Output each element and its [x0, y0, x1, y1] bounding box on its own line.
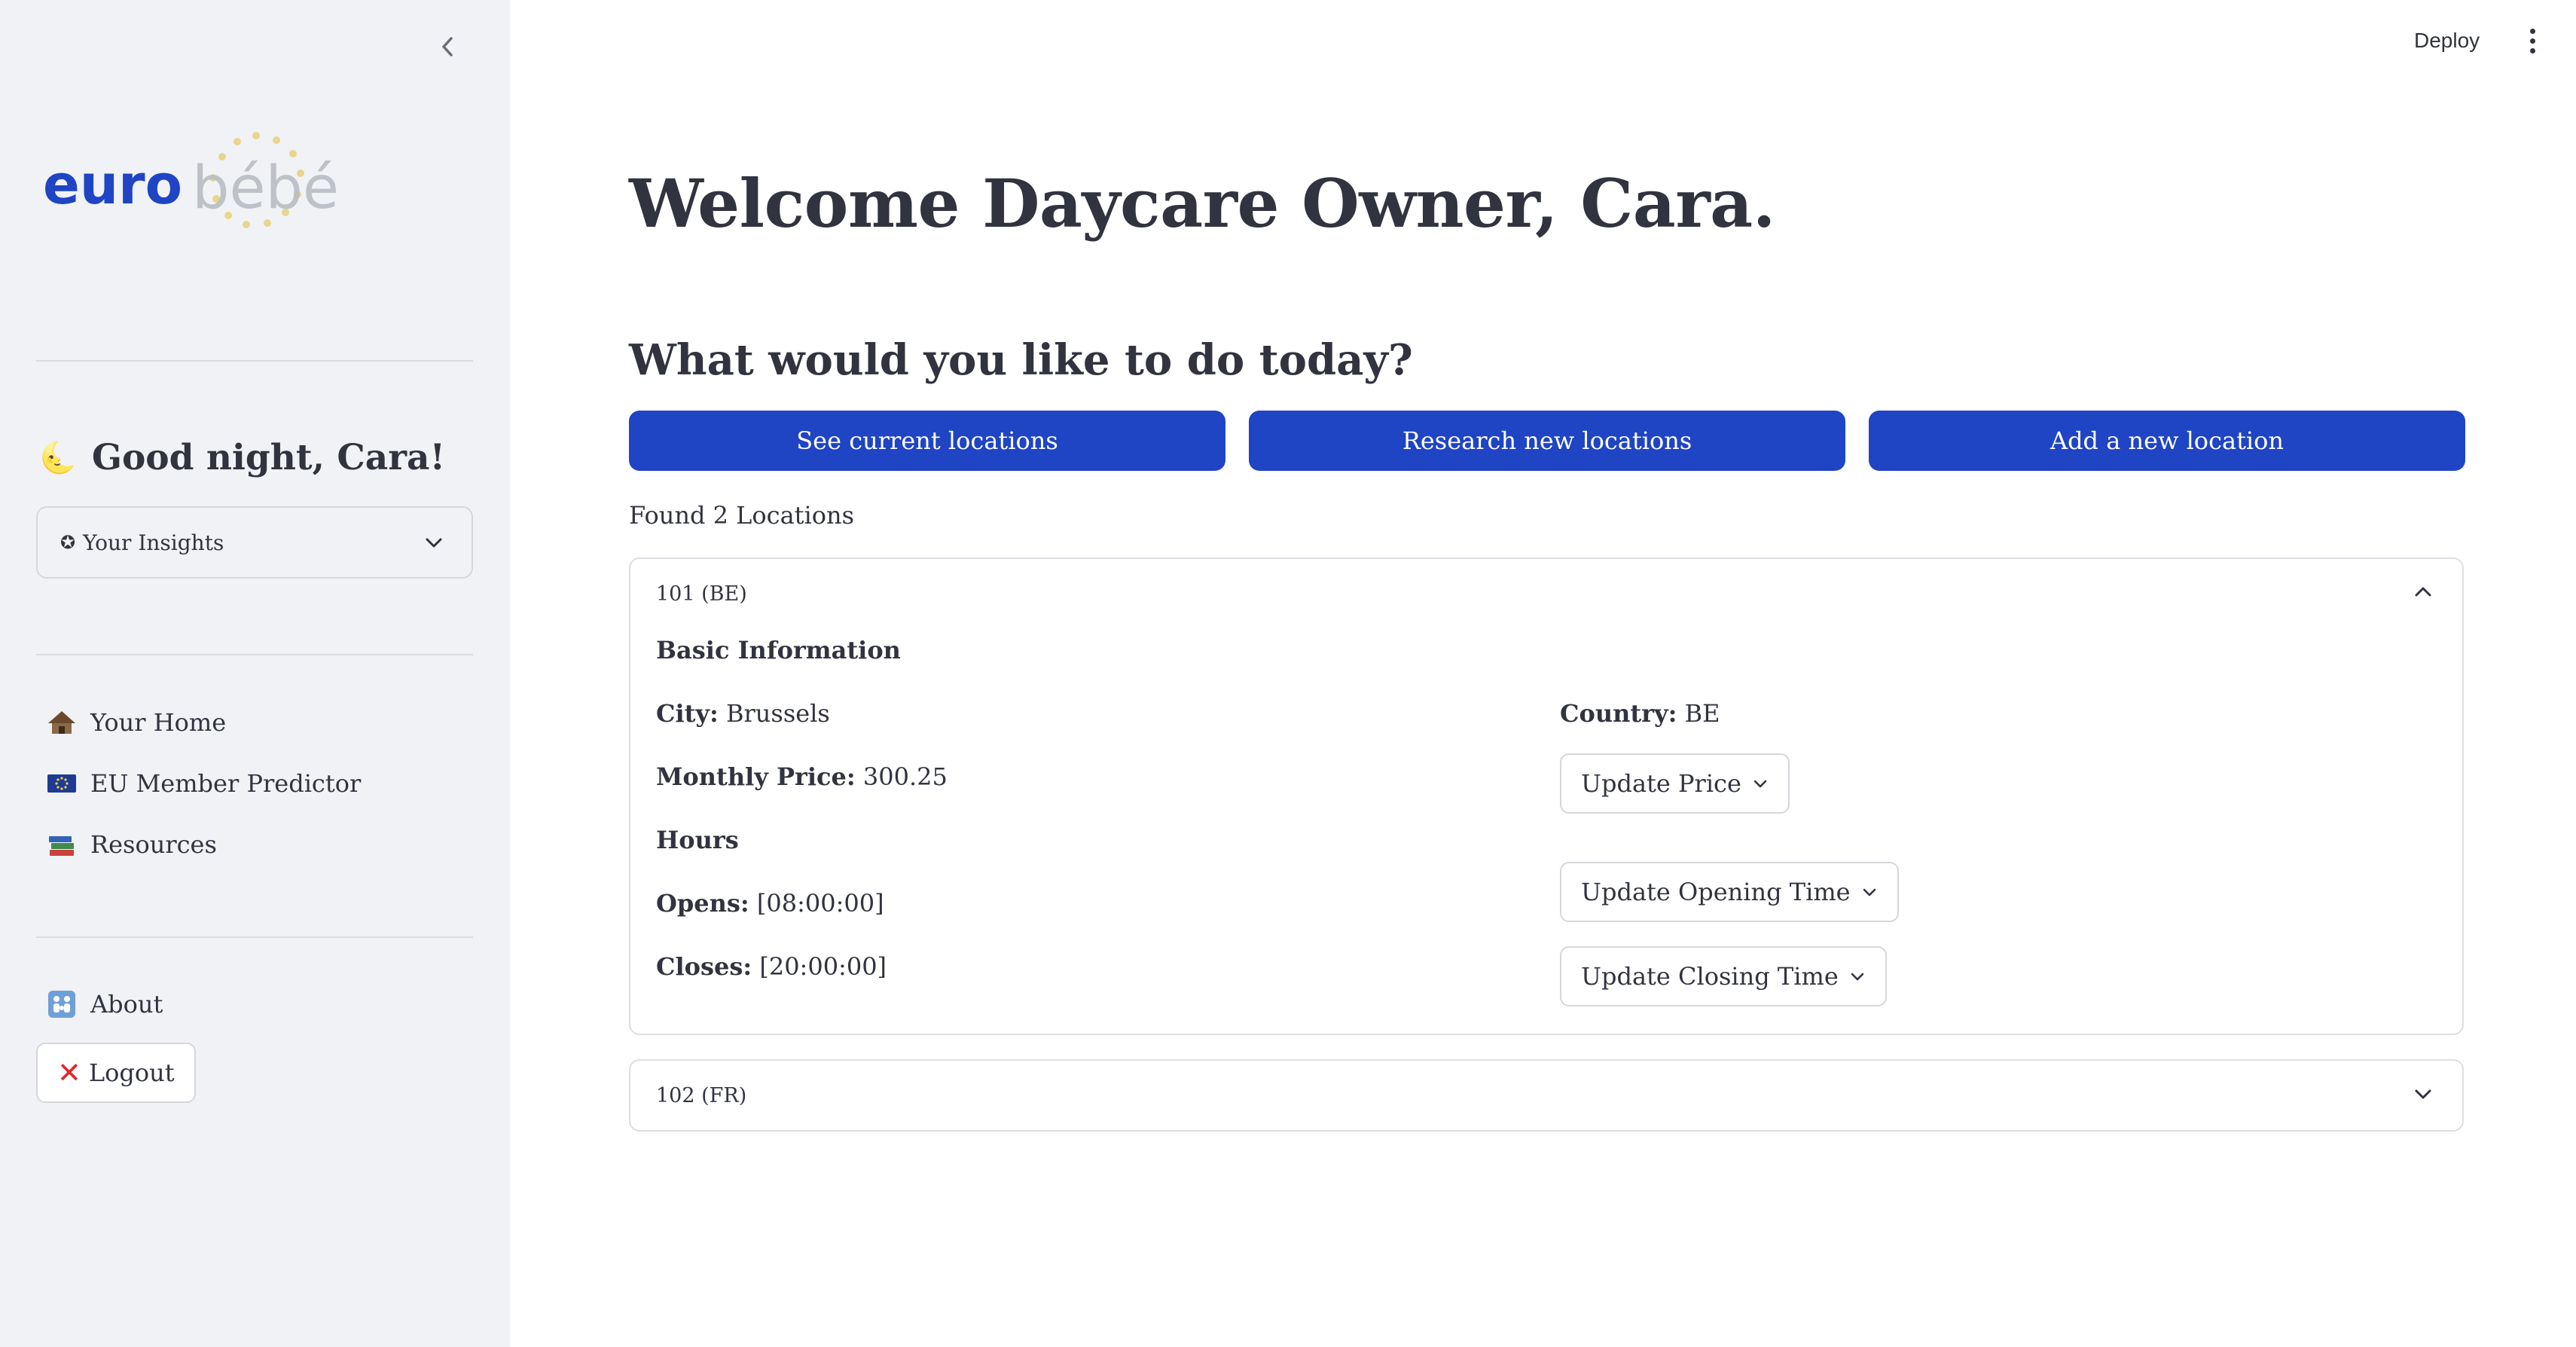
insights-select-value: Your Insights: [83, 530, 224, 555]
hours-heading: Hours: [656, 826, 739, 854]
update-price-label: Update Price: [1581, 769, 1741, 798]
opens-field: Opens: [08:00:00]: [656, 889, 884, 918]
close-x-icon: ✕: [57, 1056, 81, 1089]
see-current-locations-button[interactable]: See current locations: [629, 411, 1225, 471]
update-closing-label: Update Closing Time: [1581, 962, 1839, 991]
research-new-locations-button[interactable]: Research new locations: [1249, 411, 1845, 471]
update-opening-label: Update Opening Time: [1581, 878, 1851, 906]
collapse-sidebar-button[interactable]: [431, 30, 464, 63]
greeting-text: Good night, Cara!: [91, 437, 446, 478]
add-new-location-button[interactable]: Add a new location: [1869, 411, 2465, 471]
menu-dot: [2529, 38, 2535, 44]
opens-value: [08:00:00]: [756, 889, 884, 918]
main-menu-button[interactable]: [2525, 29, 2540, 59]
found-locations-count: Found 2 Locations: [629, 501, 855, 530]
menu-dot: [2529, 48, 2535, 53]
deploy-button[interactable]: Deploy: [2414, 29, 2480, 53]
books-icon: [47, 832, 77, 857]
update-price-button[interactable]: Update Price: [1560, 753, 1790, 814]
hut-icon: [47, 710, 77, 735]
logo-text-primary: euro: [43, 153, 182, 216]
basic-info-heading: Basic Information: [656, 636, 901, 664]
location-expander-101: 101 (BE) Basic Information City: Brussel…: [629, 557, 2464, 1035]
logo-text-secondary: bébé: [192, 154, 339, 222]
country-label: Country:: [1560, 699, 1677, 728]
chevron-down-icon[interactable]: [2413, 1083, 2434, 1104]
sidebar-item-your-home[interactable]: Your Home: [47, 708, 226, 737]
sidebar-item-label: EU Member Predictor: [90, 769, 362, 798]
closes-label: Closes:: [656, 952, 752, 981]
city-field: City: Brussels: [656, 699, 830, 728]
page-title: Welcome Daycare Owner, Cara.: [629, 164, 1775, 243]
logout-button[interactable]: ✕ Logout: [36, 1043, 196, 1103]
chevron-down-icon: [1863, 888, 1876, 896]
eu-flag-icon: [47, 771, 77, 796]
sidebar-item-eu-member-predictor[interactable]: EU Member Predictor: [47, 769, 361, 798]
star-circle-icon: ✪: [60, 532, 76, 553]
chevron-down-icon: [1851, 973, 1864, 981]
page-subtitle: What would you like to do today?: [629, 335, 1413, 385]
monthly-price-field: Monthly Price: 300.25: [656, 762, 948, 791]
expander-header[interactable]: 101 (BE): [656, 559, 747, 628]
closes-field: Closes: [20:00:00]: [656, 952, 887, 981]
moon-icon: 🌜: [39, 441, 77, 475]
opens-label: Opens:: [656, 889, 749, 918]
sidebar-divider: [36, 654, 473, 655]
sidebar: euro bébé 🌜 Good night, Cara! ✪ Your Ins…: [0, 0, 510, 1347]
city-value: Brussels: [725, 699, 830, 728]
greeting: 🌜 Good night, Cara!: [39, 437, 445, 478]
country-value: BE: [1684, 699, 1720, 728]
price-label: Monthly Price:: [656, 762, 856, 791]
chevron-left-icon: [442, 37, 453, 57]
sidebar-divider: [36, 936, 473, 938]
sidebar-item-label: Your Home: [90, 708, 227, 737]
eurobebe-logo: euro bébé: [41, 128, 358, 264]
sidebar-item-resources[interactable]: Resources: [47, 830, 217, 859]
closes-value: [20:00:00]: [759, 952, 887, 981]
chevron-up-icon[interactable]: [2413, 582, 2434, 603]
city-label: City:: [656, 699, 719, 728]
sidebar-item-label: About: [90, 990, 163, 1019]
update-closing-time-button[interactable]: Update Closing Time: [1560, 946, 1887, 1006]
menu-dot: [2529, 29, 2535, 34]
expander-header[interactable]: 102 (FR): [656, 1061, 746, 1130]
sidebar-item-label: Resources: [90, 830, 217, 859]
country-field: Country: BE: [1560, 699, 1720, 728]
location-expander-102[interactable]: 102 (FR): [629, 1059, 2464, 1132]
chevron-down-icon: [1753, 780, 1767, 788]
sidebar-item-about[interactable]: About: [47, 990, 163, 1019]
chevron-down-icon: [426, 538, 442, 548]
logout-label: Logout: [88, 1058, 175, 1087]
family-icon: [47, 991, 77, 1018]
price-value: 300.25: [862, 762, 948, 791]
update-opening-time-button[interactable]: Update Opening Time: [1560, 862, 1899, 922]
insights-select[interactable]: ✪ Your Insights: [36, 506, 473, 579]
sidebar-divider: [36, 360, 473, 362]
